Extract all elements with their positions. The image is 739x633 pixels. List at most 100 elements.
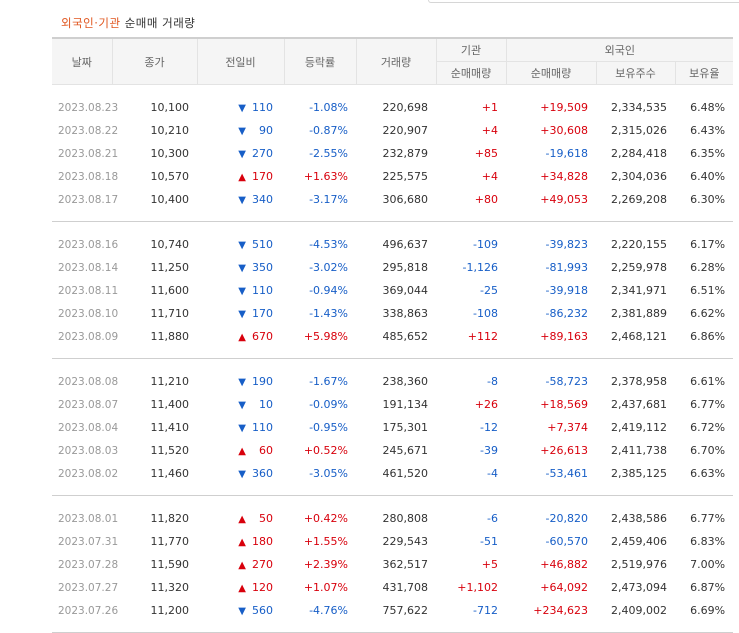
cell-rate: -2.55% — [309, 147, 348, 160]
cell-frgn-hold: 2,334,535 — [611, 101, 667, 114]
group-divider — [52, 485, 734, 496]
triangle-down-icon: ▼ — [238, 240, 246, 251]
change-value: 270 — [252, 147, 273, 160]
cell-frgn-ratio: 6.83% — [690, 535, 726, 548]
cell-volume: 362,517 — [382, 558, 429, 571]
change-value: 510 — [252, 238, 273, 251]
investor-trading-table: 날짜 종가 전일비 등락률 거래량 기관 외국인 순매매량 순매매량 보유주수 … — [52, 37, 734, 633]
cell-date: 2023.08.01 — [58, 512, 119, 525]
cell-rate: +0.52% — [303, 444, 348, 457]
cell-frgn-hold: 2,385,125 — [611, 467, 667, 480]
cell-rate: -4.53% — [309, 238, 348, 251]
triangle-down-icon: ▼ — [238, 126, 246, 137]
section-title-rest: 순매매 거래량 — [124, 16, 196, 30]
table-header: 날짜 종가 전일비 등락률 거래량 기관 외국인 순매매량 순매매량 보유주수 … — [52, 37, 734, 85]
cell-volume: 306,680 — [382, 193, 429, 206]
table-row: 2023.08.02 11,460 ▼ 360 -3.05% 461,520 -4 -53,4… — [52, 462, 733, 485]
cell-frgn-hold: 2,269,208 — [611, 193, 667, 206]
group-divider — [52, 211, 734, 222]
triangle-up-icon: ▲ — [238, 514, 246, 525]
cell-date: 2023.07.28 — [58, 558, 119, 571]
cell-frgn-ratio: 7.00% — [690, 558, 726, 571]
cell-frgn-hold: 2,220,155 — [611, 238, 667, 251]
cell-inst-net: -51 — [480, 535, 498, 548]
table-row: 2023.08.21 10,300 ▼ 270 -2.55% 232,879 +85 -19,… — [52, 142, 733, 165]
triangle-down-icon: ▼ — [238, 400, 246, 411]
cell-date: 2023.08.04 — [58, 421, 119, 434]
cell-close: 10,300 — [150, 147, 190, 160]
cell-inst-net: +80 — [474, 193, 498, 206]
cell-volume: 431,708 — [382, 581, 429, 594]
cell-change: ▲ 170 — [197, 165, 284, 188]
table-row: 2023.07.28 11,590 ▲ 270 +2.39% 362,517 +5 +46,8… — [52, 553, 733, 576]
cell-frgn-ratio: 6.70% — [690, 444, 726, 457]
cell-volume: 232,879 — [382, 147, 429, 160]
cell-frgn-ratio: 6.61% — [690, 375, 726, 388]
cell-rate: +1.63% — [303, 170, 348, 183]
triangle-up-icon: ▲ — [238, 537, 246, 548]
triangle-down-icon: ▼ — [238, 103, 246, 114]
table-row: 2023.08.22 10,210 ▼ 90 -0.87% 220,907 +4 +30,60… — [52, 119, 733, 142]
cell-close: 11,210 — [150, 375, 190, 388]
cell-change: ▼ 340 — [197, 188, 284, 211]
change-value: 10 — [259, 398, 273, 411]
cell-inst-net: -4 — [487, 467, 498, 480]
cell-rate: +2.39% — [303, 558, 348, 571]
triangle-down-icon: ▼ — [238, 423, 246, 434]
cell-frgn-net: +26,613 — [540, 444, 588, 457]
cell-change: ▲ 50 — [197, 507, 284, 530]
triangle-up-icon: ▲ — [238, 560, 246, 571]
cell-rate: -1.43% — [309, 307, 348, 320]
change-value: 360 — [252, 467, 273, 480]
header-close: 종가 — [111, 37, 197, 85]
change-value: 350 — [252, 261, 273, 274]
cell-change: ▲ 180 — [197, 530, 284, 553]
cell-frgn-net: -39,823 — [545, 238, 588, 251]
header-volume: 거래량 — [355, 37, 436, 85]
cell-frgn-net: +18,569 — [540, 398, 588, 411]
section-title-highlight: 외국인·기관 — [61, 16, 121, 30]
change-value: 180 — [252, 535, 273, 548]
cell-frgn-hold: 2,284,418 — [611, 147, 667, 160]
cell-volume: 461,520 — [382, 467, 429, 480]
change-value: 170 — [252, 170, 273, 183]
table-row: 2023.08.23 10,100 ▼ 110 -1.08% 220,698 +1 +19,5… — [52, 96, 733, 119]
cell-change: ▼ 110 — [197, 416, 284, 439]
change-value: 340 — [252, 193, 273, 206]
cell-date: 2023.08.10 — [58, 307, 119, 320]
cell-date: 2023.07.31 — [58, 535, 119, 548]
cell-inst-net: -6 — [487, 512, 498, 525]
cell-frgn-hold: 2,411,738 — [611, 444, 667, 457]
cell-rate: -0.87% — [309, 124, 348, 137]
cell-close: 11,320 — [150, 581, 190, 594]
group-spacer — [52, 496, 733, 508]
header-frgn-net: 순매매량 — [505, 61, 596, 85]
cell-rate: -3.17% — [309, 193, 348, 206]
cell-close: 11,770 — [150, 535, 190, 548]
cell-frgn-net: -81,993 — [545, 261, 588, 274]
table-row: 2023.07.27 11,320 ▲ 120 +1.07% 431,708 +1,102 +… — [52, 576, 733, 599]
cell-frgn-net: +49,053 — [540, 193, 588, 206]
change-value: 110 — [252, 284, 273, 297]
table-row: 2023.08.03 11,520 ▲ 60 +0.52% 245,671 -39 +26,6… — [52, 439, 733, 462]
cell-change: ▼ 110 — [197, 279, 284, 302]
triangle-up-icon: ▲ — [238, 172, 246, 183]
cell-inst-net: -25 — [480, 284, 498, 297]
cell-frgn-hold: 2,437,681 — [611, 398, 667, 411]
cell-change: ▼ 90 — [197, 119, 284, 142]
header-foreign: 외국인 — [505, 37, 734, 62]
cell-frgn-ratio: 6.87% — [690, 581, 726, 594]
cell-frgn-ratio: 6.40% — [690, 170, 726, 183]
cell-date: 2023.08.18 — [58, 170, 119, 183]
change-value: 110 — [252, 101, 273, 114]
top-panel-edge — [428, 0, 739, 3]
header-frgn-hold: 보유주수 — [595, 61, 675, 85]
cell-rate: +0.42% — [303, 512, 348, 525]
cell-date: 2023.08.08 — [58, 375, 119, 388]
cell-close: 11,460 — [150, 467, 190, 480]
cell-inst-net: +1 — [481, 101, 498, 114]
cell-frgn-hold: 2,419,112 — [611, 421, 667, 434]
cell-rate: +5.98% — [303, 330, 348, 343]
header-date: 날짜 — [52, 37, 112, 85]
cell-close: 10,400 — [150, 193, 190, 206]
